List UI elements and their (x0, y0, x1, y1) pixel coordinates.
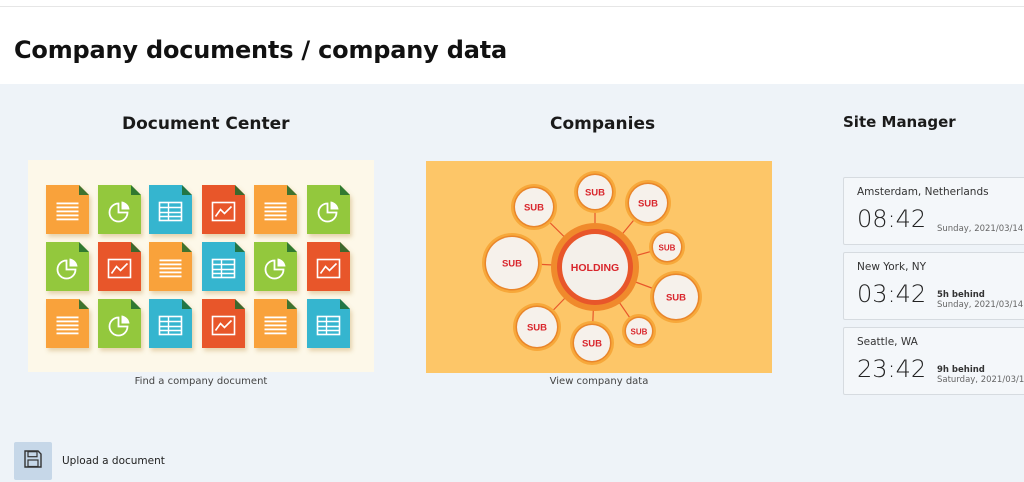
clock-city: Seattle, WA (857, 336, 918, 348)
companies-image[interactable]: SUB SUB SUB SUB SUB SUB SUB SUB SUB HOLDING (426, 161, 772, 373)
holding-label: HOLDING (571, 262, 619, 274)
sub-label: SUB (666, 293, 686, 304)
sub-label: SUB (524, 203, 544, 214)
chart-document-icon (307, 242, 350, 291)
upload-button[interactable] (14, 442, 52, 480)
text-document-icon (46, 299, 89, 348)
clock-date: Sunday, 2021/03/14 (937, 300, 1024, 310)
main-content: Document Center Find a company document … (0, 84, 1024, 482)
table-document-icon (149, 299, 192, 348)
site-manager-title: Site Manager (843, 113, 956, 131)
clock-city: Amsterdam, Netherlands (857, 186, 989, 198)
clock-time: 03:42 (857, 280, 927, 308)
subsidiary-node: SUB (625, 180, 671, 226)
subsidiary-node: SUB (649, 229, 685, 265)
clock-time: 23:42 (857, 355, 927, 383)
table-document-icon (202, 242, 245, 291)
pie-document-icon (46, 242, 89, 291)
pie-document-icon (307, 185, 350, 234)
companies-title: Companies (550, 114, 656, 134)
document-center-title: Document Center (122, 114, 290, 134)
clock-offset: 9h behind (937, 365, 985, 375)
document-center-image[interactable] (28, 160, 374, 372)
subsidiary-node: SUB (511, 184, 557, 230)
top-divider (0, 6, 1024, 7)
sub-label: SUB (631, 328, 648, 337)
text-document-icon (254, 185, 297, 234)
sub-label: SUB (502, 259, 522, 270)
subsidiary-node: SUB (650, 271, 702, 323)
clock-card-amsterdam[interactable]: Amsterdam, Netherlands 08:42 Sunday, 202… (843, 177, 1024, 245)
documents-illustration (46, 185, 350, 348)
subsidiary-node: SUB (513, 303, 561, 351)
pie-document-icon (98, 185, 141, 234)
table-document-icon (149, 185, 192, 234)
companies-caption[interactable]: View company data (426, 376, 772, 387)
chart-document-icon (202, 299, 245, 348)
subsidiary-node: SUB (622, 314, 656, 348)
pie-document-icon (254, 242, 297, 291)
upload-label[interactable]: Upload a document (62, 455, 165, 467)
holding-node: HOLDING (551, 223, 639, 311)
pie-document-icon (98, 299, 141, 348)
sub-label: SUB (659, 244, 676, 253)
page-title: Company documents / company data (14, 36, 507, 64)
clock-offset: 5h behind (937, 290, 985, 300)
text-document-icon (149, 242, 192, 291)
clock-date: Sunday, 2021/03/14 (937, 224, 1024, 234)
clock-card-new-york[interactable]: New York, NY 03:42 5h behind Sunday, 202… (843, 252, 1024, 320)
sub-label: SUB (585, 188, 605, 199)
chart-document-icon (202, 185, 245, 234)
holding-structure-illustration: SUB SUB SUB SUB SUB SUB SUB SUB SUB HOLDING (482, 171, 702, 365)
upload-document[interactable]: Upload a document (14, 442, 165, 480)
clock-card-seattle[interactable]: Seattle, WA 23:42 9h behind Saturday, 20… (843, 327, 1024, 395)
subsidiary-node: SUB (482, 233, 542, 293)
subsidiary-node: SUB (570, 321, 614, 365)
sub-label: SUB (582, 339, 602, 350)
clock-date: Saturday, 2021/03/13 (937, 375, 1024, 385)
clock-time: 08:42 (857, 205, 927, 233)
save-icon (23, 449, 43, 473)
sub-label: SUB (527, 323, 547, 334)
sub-label: SUB (638, 199, 658, 210)
document-center-caption[interactable]: Find a company document (28, 376, 374, 387)
clock-city: New York, NY (857, 261, 927, 273)
table-document-icon (307, 299, 350, 348)
subsidiary-node: SUB (574, 171, 616, 213)
text-document-icon (46, 185, 89, 234)
chart-document-icon (98, 242, 141, 291)
text-document-icon (254, 299, 297, 348)
